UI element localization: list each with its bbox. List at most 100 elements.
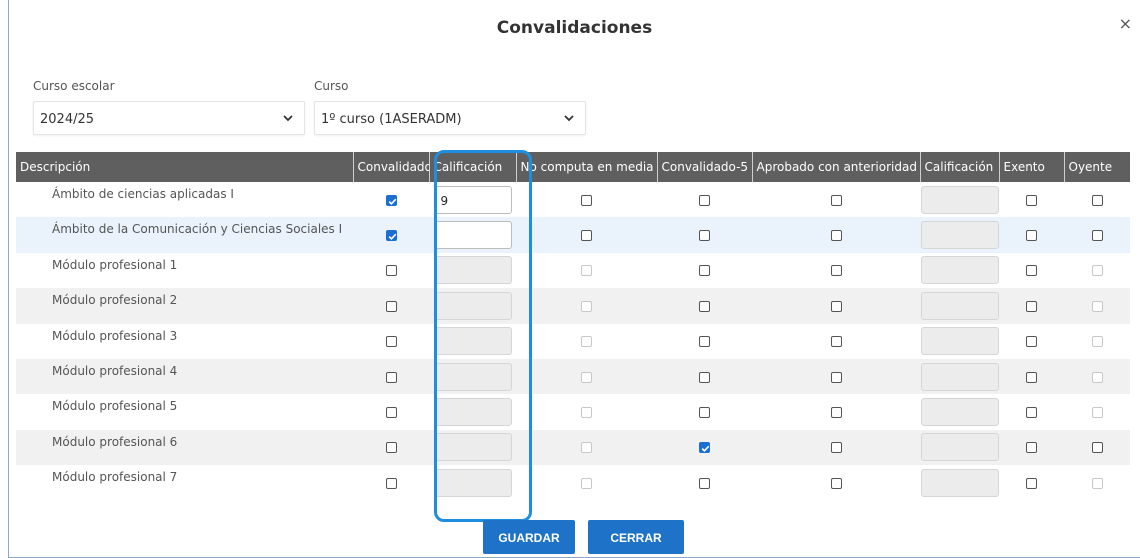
chevron-down-icon	[564, 115, 574, 122]
table-row: Ámbito de la Comunicación y Ciencias Soc…	[16, 217, 1130, 253]
exento-checkbox[interactable]	[1026, 300, 1037, 312]
oyente-checkbox[interactable]	[1091, 230, 1103, 242]
exento-checkbox[interactable]	[1026, 407, 1037, 419]
row-descripcion: Módulo profesional 4	[16, 358, 353, 395]
calificacion-2-input	[920, 398, 999, 427]
aprobado-checkbox[interactable]	[830, 442, 842, 454]
convalidado-5-checkbox[interactable]	[699, 300, 710, 312]
exento-checkbox[interactable]	[1026, 477, 1037, 489]
oyente-checkbox	[1091, 300, 1103, 312]
table-body: Ámbito de ciencias aplicadas I 9 Ámbito de…	[16, 182, 1130, 501]
no-computa-checkbox	[581, 477, 592, 489]
row-descripcion: Módulo profesional 2	[16, 288, 353, 324]
convalidado-5-checkbox[interactable]	[699, 442, 710, 454]
exento-checkbox[interactable]	[1026, 336, 1037, 348]
calificacion-2-input	[920, 185, 999, 214]
table-row: Ámbito de ciencias aplicadas I 9	[16, 182, 1130, 217]
calificacion-input	[433, 362, 512, 391]
convalidado-5-checkbox[interactable]	[699, 194, 710, 206]
aprobado-checkbox[interactable]	[830, 477, 842, 489]
calificacion-input[interactable]	[433, 221, 512, 250]
curso-escolar-value: 2024/25	[40, 112, 95, 127]
aprobado-checkbox[interactable]	[830, 336, 842, 348]
checkmark-icon	[701, 446, 710, 453]
oyente-checkbox[interactable]	[1091, 442, 1103, 454]
curso-select[interactable]: 1º curso (1ASERADM)	[314, 101, 586, 135]
convalidado-5-checkbox[interactable]	[699, 407, 710, 419]
convalidado-checkbox[interactable]	[385, 194, 397, 206]
col-calificacion: Calificación	[428, 152, 516, 182]
calificacion-input	[433, 291, 512, 320]
aprobado-checkbox[interactable]	[830, 194, 842, 206]
curso-escolar-select[interactable]: 2024/25	[33, 101, 305, 135]
row-descripcion: Módulo profesional 1	[52, 257, 178, 272]
convalidado-checkbox[interactable]	[385, 371, 397, 383]
calificacion-input	[433, 433, 512, 462]
dialog-title: Convalidaciones	[496, 18, 653, 38]
convalidado-checkbox[interactable]	[385, 300, 397, 312]
oyente-checkbox[interactable]	[1091, 194, 1103, 206]
calificacion-2-input	[920, 433, 999, 462]
no-computa-checkbox[interactable]	[581, 194, 592, 206]
chevron-down-icon	[283, 115, 293, 122]
convalidado-checkbox[interactable]	[385, 230, 397, 242]
col-descripcion: Descripción	[16, 152, 353, 182]
aprobado-checkbox[interactable]	[830, 265, 842, 277]
col-exento: Exento	[998, 152, 1064, 182]
convalidado-checkbox[interactable]	[385, 336, 397, 348]
convalidado-5-checkbox[interactable]	[699, 265, 710, 277]
exento-checkbox[interactable]	[1026, 442, 1037, 454]
oyente-checkbox	[1091, 407, 1103, 419]
calificacion-2-input	[920, 468, 999, 497]
aprobado-checkbox[interactable]	[830, 230, 842, 242]
exento-checkbox[interactable]	[1026, 371, 1037, 383]
convalidaciones-table: Descripción Convalidado Calificación No …	[16, 152, 1130, 501]
convalidado-checkbox[interactable]	[385, 265, 397, 277]
calificacion-input[interactable]: 9	[433, 185, 512, 214]
convalidado-checkbox[interactable]	[385, 407, 397, 419]
convalidado-checkbox[interactable]	[385, 477, 397, 489]
convalidado-checkbox[interactable]	[385, 442, 397, 454]
calificacion-2-input	[920, 221, 999, 250]
calificacion-2-input	[920, 291, 999, 320]
exento-checkbox[interactable]	[1026, 230, 1037, 242]
guardar-button[interactable]: GUARDAR	[483, 520, 575, 554]
convalidado-5-checkbox[interactable]	[699, 336, 710, 348]
row-descripcion: Módulo profesional 5	[52, 399, 178, 414]
table-row: Módulo profesional 5	[16, 394, 1130, 429]
oyente-checkbox	[1091, 371, 1103, 383]
no-computa-checkbox	[581, 442, 592, 454]
calificacion-input	[433, 398, 512, 427]
oyente-checkbox	[1091, 336, 1103, 348]
no-computa-checkbox	[581, 300, 592, 312]
convalidado-5-checkbox[interactable]	[699, 371, 710, 383]
exento-checkbox[interactable]	[1026, 194, 1037, 206]
calificacion-input	[433, 468, 512, 497]
convalidado-5-checkbox[interactable]	[699, 230, 710, 242]
calificacion-input	[433, 327, 512, 356]
cerrar-button[interactable]: CERRAR	[588, 520, 684, 554]
row-descripcion: Ámbito de ciencias aplicadas I	[52, 187, 234, 201]
oyente-checkbox	[1091, 477, 1103, 489]
aprobado-checkbox[interactable]	[830, 407, 842, 419]
table-row: Módulo profesional 2	[16, 288, 1130, 324]
curso-escolar-label: Curso escolar	[33, 79, 115, 93]
convalidado-5-checkbox[interactable]	[699, 477, 710, 489]
col-no-computa: No computa en media	[515, 152, 657, 182]
checkmark-icon	[388, 198, 396, 205]
curso-value: 1º curso (1ASERADM)	[321, 112, 462, 127]
no-computa-checkbox[interactable]	[581, 230, 592, 242]
col-oyente: Oyente	[1063, 152, 1130, 182]
no-computa-checkbox	[581, 407, 592, 419]
close-icon[interactable]: ×	[1119, 14, 1132, 33]
row-descripcion: Módulo profesional 3	[52, 328, 178, 343]
aprobado-checkbox[interactable]	[830, 300, 842, 312]
oyente-checkbox	[1091, 265, 1103, 277]
exento-checkbox[interactable]	[1026, 265, 1037, 277]
calificacion-2-input	[920, 362, 999, 391]
row-descripcion: Ámbito de la Comunicación y Ciencias Soc…	[16, 217, 353, 253]
aprobado-checkbox[interactable]	[830, 371, 842, 383]
no-computa-checkbox	[581, 336, 592, 348]
row-descripcion: Módulo profesional 6	[16, 429, 353, 466]
col-aprobado: Aprobado con anterioridad	[751, 152, 920, 182]
